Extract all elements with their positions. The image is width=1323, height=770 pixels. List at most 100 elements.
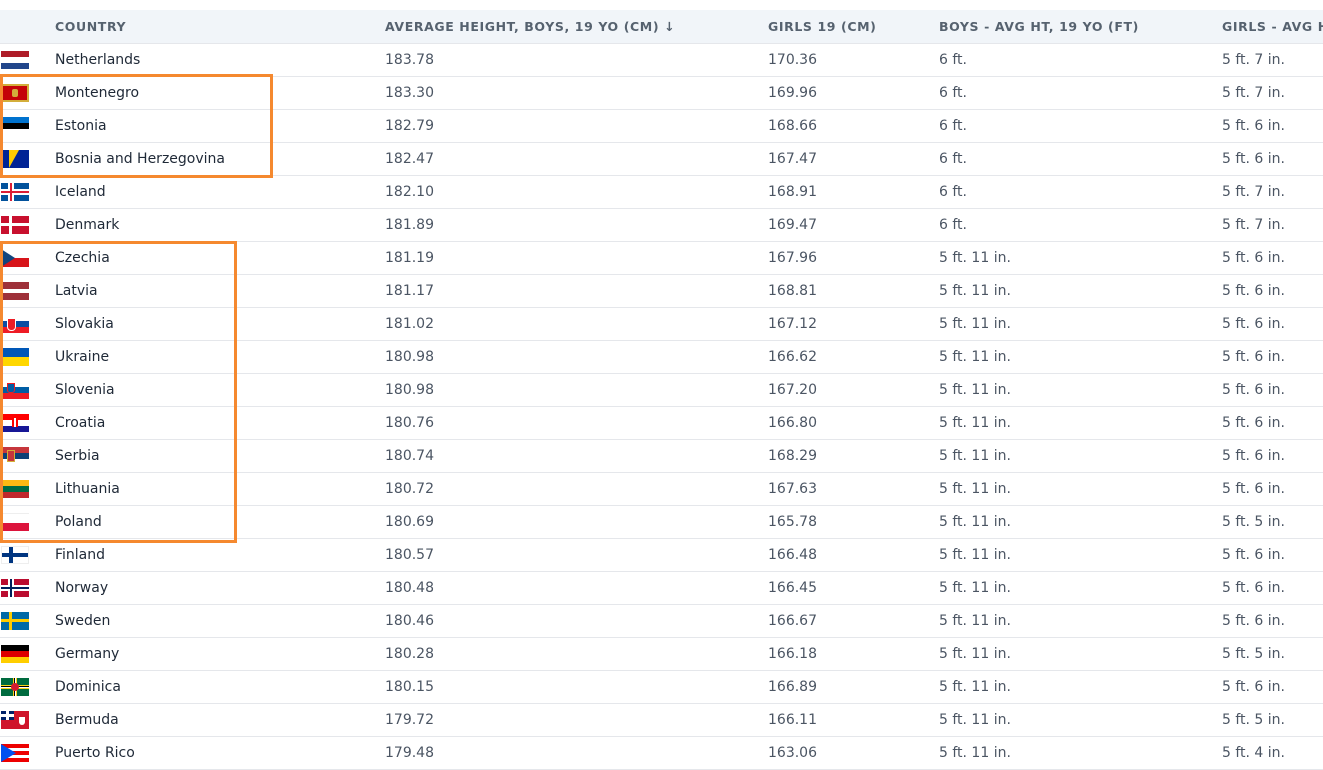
column-header-girls-cm[interactable]: GIRLS 19 (CM) — [768, 10, 876, 43]
country-name[interactable]: Serbia — [55, 440, 100, 472]
boys-height-cm: 180.57 — [385, 547, 434, 563]
boys-height-ft: 5 ft. 11 in. — [939, 250, 1011, 266]
country-name[interactable]: Dominica — [55, 671, 121, 703]
serbia-flag-icon — [1, 447, 29, 465]
ukraine-flag-icon — [1, 348, 29, 366]
girls-height-ft: 5 ft. 5 in. — [1222, 646, 1285, 662]
country-name[interactable]: Norway — [55, 572, 108, 604]
table-row[interactable]: Denmark 181.89 169.47 6 ft. 5 ft. 7 in. — [0, 209, 1323, 242]
boys-height-ft: 5 ft. 11 in. — [939, 646, 1011, 662]
boys-height-cm: 182.79 — [385, 118, 434, 134]
height-data-table: COUNTRY AVERAGE HEIGHT, BOYS, 19 YO (CM)… — [0, 10, 1323, 770]
table-row[interactable]: Netherlands 183.78 170.36 6 ft. 5 ft. 7 in. — [0, 44, 1323, 77]
girls-height-cm: 167.47 — [768, 151, 817, 167]
country-name[interactable]: Poland — [55, 506, 102, 538]
column-header-boys-ft[interactable]: BOYS - AVG HT, 19 YO (FT) — [939, 10, 1139, 43]
country-name[interactable]: Croatia — [55, 407, 105, 439]
country-name[interactable]: Puerto Rico — [55, 737, 135, 769]
table-row[interactable]: Lithuania 180.72 167.63 5 ft. 11 in. 5 ft. 6… — [0, 473, 1323, 506]
table-row[interactable]: Montenegro 183.30 169.96 6 ft. 5 ft. 7 in. — [0, 77, 1323, 110]
country-name[interactable]: Finland — [55, 539, 105, 571]
estonia-flag-icon — [1, 117, 29, 135]
boys-height-ft: 5 ft. 11 in. — [939, 613, 1011, 629]
girls-height-cm: 167.63 — [768, 481, 817, 497]
column-header-country[interactable]: COUNTRY — [55, 10, 126, 43]
table-row[interactable]: Ukraine 180.98 166.62 5 ft. 11 in. 5 ft. 6 i… — [0, 341, 1323, 374]
table-row[interactable]: Croatia 180.76 166.80 5 ft. 11 in. 5 ft. 6 i… — [0, 407, 1323, 440]
boys-height-ft: 5 ft. 11 in. — [939, 349, 1011, 365]
girls-height-cm: 168.81 — [768, 283, 817, 299]
table-row[interactable]: Slovenia 180.98 167.20 5 ft. 11 in. 5 ft. 6 … — [0, 374, 1323, 407]
boys-height-ft: 6 ft. — [939, 118, 967, 134]
boys-height-ft: 5 ft. 11 in. — [939, 382, 1011, 398]
country-name[interactable]: Montenegro — [55, 77, 139, 109]
table-row[interactable]: Poland 180.69 165.78 5 ft. 11 in. 5 ft. 5 in… — [0, 506, 1323, 539]
table-row[interactable]: Latvia 181.17 168.81 5 ft. 11 in. 5 ft. 6 in… — [0, 275, 1323, 308]
denmark-flag-icon — [1, 216, 29, 234]
country-name[interactable]: Lithuania — [55, 473, 120, 505]
country-name[interactable]: Slovenia — [55, 374, 115, 406]
table-row[interactable]: Czechia 181.19 167.96 5 ft. 11 in. 5 ft. 6 i… — [0, 242, 1323, 275]
boys-height-cm: 180.48 — [385, 580, 434, 596]
sweden-flag-icon — [1, 612, 29, 630]
table-row[interactable]: Serbia 180.74 168.29 5 ft. 11 in. 5 ft. 6 in… — [0, 440, 1323, 473]
girls-height-cm: 166.18 — [768, 646, 817, 662]
country-name[interactable]: Bosnia and Herzegovina — [55, 143, 225, 175]
girls-height-cm: 169.96 — [768, 85, 817, 101]
country-name[interactable]: Latvia — [55, 275, 98, 307]
country-name[interactable]: Sweden — [55, 605, 110, 637]
table-row[interactable]: Puerto Rico 179.48 163.06 5 ft. 11 in. 5 ft.… — [0, 737, 1323, 770]
boys-height-ft: 5 ft. 11 in. — [939, 283, 1011, 299]
country-name[interactable]: Germany — [55, 638, 119, 670]
boys-height-cm: 180.46 — [385, 613, 434, 629]
slovenia-flag-icon — [1, 381, 29, 399]
table-row[interactable]: Bosnia and Herzegovina 182.47 167.47 6 ft. 5… — [0, 143, 1323, 176]
girls-height-ft: 5 ft. 6 in. — [1222, 118, 1285, 134]
boys-height-cm: 180.72 — [385, 481, 434, 497]
boys-height-ft: 6 ft. — [939, 151, 967, 167]
column-header-girls-ft[interactable]: GIRLS - AVG HT, 19 YO (FT) — [1222, 10, 1323, 43]
girls-height-ft: 5 ft. 7 in. — [1222, 52, 1285, 68]
country-name[interactable]: Czechia — [55, 242, 110, 274]
column-header-boys-cm-sorted[interactable]: AVERAGE HEIGHT, BOYS, 19 YO (CM) ↓ — [385, 10, 675, 43]
table-row[interactable]: Bermuda 179.72 166.11 5 ft. 11 in. 5 ft. 5 i… — [0, 704, 1323, 737]
girls-height-ft: 5 ft. 6 in. — [1222, 613, 1285, 629]
country-name[interactable]: Bermuda — [55, 704, 119, 736]
table-header-row: COUNTRY AVERAGE HEIGHT, BOYS, 19 YO (CM)… — [0, 10, 1323, 44]
girls-height-cm: 166.89 — [768, 679, 817, 695]
girls-height-cm: 170.36 — [768, 52, 817, 68]
table-row[interactable]: Estonia 182.79 168.66 6 ft. 5 ft. 6 in. — [0, 110, 1323, 143]
table-row[interactable]: Norway 180.48 166.45 5 ft. 11 in. 5 ft. 6 in… — [0, 572, 1323, 605]
country-name[interactable]: Ukraine — [55, 341, 109, 373]
netherlands-flag-icon — [1, 51, 29, 69]
girls-height-cm: 168.29 — [768, 448, 817, 464]
dominica-flag-icon — [1, 678, 29, 696]
table-row[interactable]: Slovakia 181.02 167.12 5 ft. 11 in. 5 ft. 6 … — [0, 308, 1323, 341]
boys-height-ft: 6 ft. — [939, 85, 967, 101]
boys-height-cm: 179.72 — [385, 712, 434, 728]
girls-height-cm: 167.20 — [768, 382, 817, 398]
table-row[interactable]: Dominica 180.15 166.89 5 ft. 11 in. 5 ft. 6 … — [0, 671, 1323, 704]
girls-height-ft: 5 ft. 6 in. — [1222, 250, 1285, 266]
slovakia-flag-icon — [1, 315, 29, 333]
table-row[interactable]: Iceland 182.10 168.91 6 ft. 5 ft. 7 in. — [0, 176, 1323, 209]
girls-height-ft: 5 ft. 6 in. — [1222, 382, 1285, 398]
table-row[interactable]: Germany 180.28 166.18 5 ft. 11 in. 5 ft. 5 i… — [0, 638, 1323, 671]
boys-height-cm: 180.98 — [385, 382, 434, 398]
girls-height-cm: 166.80 — [768, 415, 817, 431]
boys-height-cm: 180.98 — [385, 349, 434, 365]
girls-height-ft: 5 ft. 5 in. — [1222, 514, 1285, 530]
country-name[interactable]: Netherlands — [55, 44, 140, 76]
table-row[interactable]: Sweden 180.46 166.67 5 ft. 11 in. 5 ft. 6 in… — [0, 605, 1323, 638]
country-name[interactable]: Slovakia — [55, 308, 114, 340]
country-name[interactable]: Iceland — [55, 176, 106, 208]
girls-height-ft: 5 ft. 7 in. — [1222, 85, 1285, 101]
boys-height-cm: 181.02 — [385, 316, 434, 332]
country-name[interactable]: Denmark — [55, 209, 119, 241]
boys-height-ft: 6 ft. — [939, 52, 967, 68]
girls-height-cm: 168.91 — [768, 184, 817, 200]
girls-height-cm: 166.48 — [768, 547, 817, 563]
country-name[interactable]: Estonia — [55, 110, 107, 142]
bosnia-flag-icon — [1, 150, 29, 168]
table-row[interactable]: Finland 180.57 166.48 5 ft. 11 in. 5 ft. 6 i… — [0, 539, 1323, 572]
